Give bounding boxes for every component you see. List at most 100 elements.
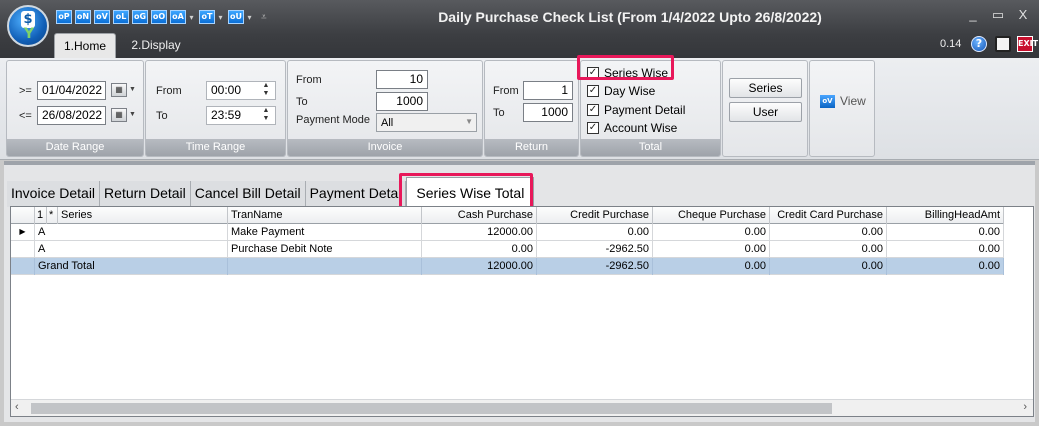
calendar-icon[interactable]: ▦	[111, 108, 127, 122]
app-logo-icon[interactable]: $ Y	[7, 5, 49, 47]
header-credit-purchase[interactable]: Credit Purchase	[537, 207, 653, 224]
chevron-down-icon[interactable]: ▾	[187, 13, 196, 22]
spin-down-icon[interactable]: ▼	[261, 115, 271, 123]
series-button[interactable]: Series	[729, 78, 802, 98]
cell-cash-purchase[interactable]: 0.00	[422, 241, 537, 258]
window-title: Daily Purchase Check List (From 1/4/2022…	[438, 9, 822, 25]
cell-series[interactable]: A	[35, 241, 228, 258]
header-billing-head-amt[interactable]: BillingHeadAmt	[887, 207, 1004, 224]
cell-series[interactable]: A	[35, 224, 228, 241]
qat-button-u[interactable]: oU ▾	[228, 10, 254, 25]
current-row-icon: ▶	[11, 224, 35, 241]
invoice-to-field[interactable]: 1000	[376, 92, 428, 111]
qat-button-o[interactable]: oO	[151, 10, 167, 25]
view-button[interactable]: oV View	[820, 94, 866, 108]
tab-home[interactable]: 1.Home	[54, 33, 116, 58]
cell-tran-name	[228, 258, 422, 275]
help-icon[interactable]: ?	[971, 36, 987, 52]
return-from-field[interactable]: 1	[523, 81, 573, 100]
calendar-icon[interactable]: ▦	[111, 83, 127, 97]
invoice-from-field[interactable]: 10	[376, 70, 428, 89]
tab-payment-detail[interactable]: Payment Detai	[305, 181, 407, 207]
close-button[interactable]: X	[1012, 7, 1034, 22]
invoice-caption: Invoice	[288, 139, 482, 156]
day-wise-label: Day Wise	[604, 84, 656, 98]
row-indicator	[11, 241, 35, 258]
row-indicator	[11, 258, 35, 275]
date-range-group: >= 01/04/2022 ▦ ▼ <= 26/08/2022 ▦ ▼ Date…	[6, 60, 144, 157]
chevron-down-icon[interactable]: ▾	[216, 13, 225, 22]
row-indicator-header	[11, 207, 35, 224]
customize-toolbar-icon[interactable]: ⩡	[261, 12, 267, 23]
chevron-down-icon[interactable]: ▼	[465, 117, 473, 126]
cell-cheque-purchase[interactable]: 0.00	[653, 224, 770, 241]
cell-tran-name[interactable]: Make Payment	[228, 224, 422, 241]
qat-n-icon: oN	[75, 10, 91, 24]
day-wise-checkbox[interactable]: ✓ Day Wise	[587, 84, 655, 98]
payment-mode-select[interactable]: All ▼	[376, 113, 477, 132]
cell-cash-purchase[interactable]: 12000.00	[422, 224, 537, 241]
scroll-left-icon[interactable]: ‹	[15, 401, 19, 413]
grand-total-row[interactable]: Grand Total 12000.00 -2962.50 0.00 0.00 …	[11, 258, 1004, 275]
cell-credit-card-purchase[interactable]: 0.00	[770, 241, 887, 258]
qat-button-p[interactable]: oP	[56, 10, 72, 25]
from-date-field[interactable]: 01/04/2022	[37, 81, 106, 100]
qat-o-icon: oO	[151, 10, 167, 24]
account-wise-label: Account Wise	[604, 121, 678, 135]
payment-detail-checkbox[interactable]: ✓ Payment Detail	[587, 103, 685, 117]
chevron-down-icon[interactable]: ▼	[129, 86, 136, 93]
cell-credit-card-purchase[interactable]: 0.00	[770, 224, 887, 241]
scroll-right-icon[interactable]: ›	[1023, 401, 1027, 413]
cell-credit-purchase[interactable]: -2962.50	[537, 241, 653, 258]
cell-tran-name[interactable]: Purchase Debit Note	[228, 241, 422, 258]
header-tran-name[interactable]: TranName	[228, 207, 422, 224]
exit-icon[interactable]: EXIT	[1017, 36, 1038, 52]
view-label: View	[840, 94, 866, 108]
table-row[interactable]: A Purchase Debit Note 0.00 -2962.50 0.00…	[11, 241, 1004, 258]
account-wise-checkbox[interactable]: ✓ Account Wise	[587, 121, 677, 135]
qat-button-v[interactable]: oV	[94, 10, 110, 25]
return-to-field[interactable]: 1000	[523, 103, 573, 122]
spin-up-icon[interactable]: ▲	[261, 82, 271, 90]
scrollbar-thumb[interactable]	[31, 403, 832, 414]
spin-down-icon[interactable]: ▼	[261, 90, 271, 98]
total-credit-purchase: -2962.50	[537, 258, 653, 275]
series-wise-total-highlight	[399, 173, 533, 209]
tab-display[interactable]: 2.Display	[128, 33, 184, 58]
header-row-number[interactable]: 1	[35, 207, 47, 224]
qat-button-n[interactable]: oN	[75, 10, 91, 25]
user-button[interactable]: User	[729, 102, 802, 122]
cell-credit-purchase[interactable]: 0.00	[537, 224, 653, 241]
maximize-button[interactable]: ▭	[987, 7, 1009, 23]
tab-return-detail[interactable]: Return Detail	[100, 181, 191, 207]
cell-billing-head-amt[interactable]: 0.00	[887, 241, 1004, 258]
qat-a-icon: oA	[170, 10, 186, 24]
chevron-down-icon[interactable]: ▾	[245, 13, 254, 22]
time-range-group: From 00:00 ▲ ▼ To 23:59 ▲ ▼ Time Range	[145, 60, 286, 157]
qat-button-a[interactable]: oA ▾	[170, 10, 196, 25]
tab-invoice-detail[interactable]: Invoice Detail	[7, 181, 101, 207]
header-cheque-purchase[interactable]: Cheque Purchase	[653, 207, 770, 224]
cell-billing-head-amt[interactable]: 0.00	[887, 224, 1004, 241]
to-date-field[interactable]: 26/08/2022	[37, 106, 106, 125]
qat-button-g[interactable]: oG	[132, 10, 148, 25]
invoice-to-label: To	[296, 96, 308, 108]
header-cash-purchase[interactable]: Cash Purchase	[422, 207, 537, 224]
payment-detail-label: Payment Detail	[604, 103, 686, 117]
document-icon[interactable]	[995, 36, 1011, 52]
header-star[interactable]: *	[47, 207, 58, 224]
qat-button-l[interactable]: oL	[113, 10, 129, 25]
invoice-from-label: From	[296, 74, 322, 86]
table-row[interactable]: ▶ A Make Payment 12000.00 0.00 0.00 0.00…	[11, 224, 1004, 241]
horizontal-scrollbar[interactable]: ‹ ›	[11, 399, 1033, 416]
series-wise-grid: 1 * Series TranName Cash Purchase Credit…	[10, 206, 1034, 417]
tab-cancel-bill-detail[interactable]: Cancel Bill Detail	[190, 181, 306, 207]
checkbox-checked-icon: ✓	[587, 104, 599, 116]
chevron-down-icon[interactable]: ▼	[129, 111, 136, 118]
header-series[interactable]: Series	[58, 207, 228, 224]
minimize-button[interactable]: _	[962, 7, 984, 22]
header-credit-card-purchase[interactable]: Credit Card Purchase	[770, 207, 887, 224]
qat-button-t[interactable]: oT ▾	[199, 10, 225, 25]
cell-cheque-purchase[interactable]: 0.00	[653, 241, 770, 258]
spin-up-icon[interactable]: ▲	[261, 107, 271, 115]
